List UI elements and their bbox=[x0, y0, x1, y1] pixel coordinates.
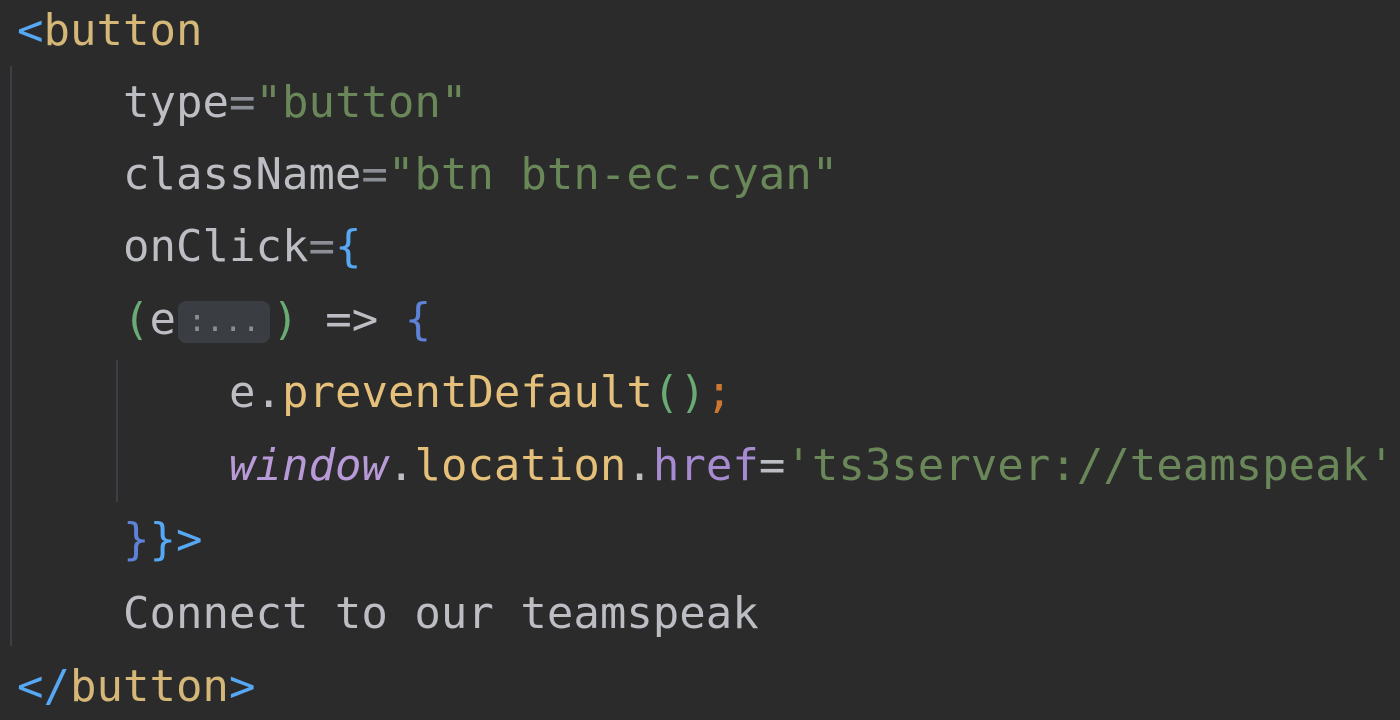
attr-name: className bbox=[123, 149, 362, 200]
url-string-value: 'ts3server://teamspeak' bbox=[785, 440, 1395, 491]
dot: . bbox=[387, 440, 415, 491]
jsx-tag-name: button bbox=[69, 661, 229, 712]
equals-sign: = bbox=[361, 149, 388, 200]
code-line-5: (e:...) => { bbox=[0, 284, 431, 356]
property-href: href bbox=[652, 440, 759, 491]
equals-sign: = bbox=[758, 440, 786, 491]
code-line-4: onClick={ bbox=[0, 211, 361, 283]
jsx-tag-name: button bbox=[43, 5, 203, 56]
equals-sign: = bbox=[228, 77, 256, 128]
code-line-6: e.preventDefault(); bbox=[0, 357, 732, 429]
dot: . bbox=[255, 367, 283, 418]
jsx-closing-open-bracket: </ bbox=[17, 661, 70, 712]
jsx-open-bracket: < bbox=[17, 5, 44, 56]
code-line-1: <button bbox=[0, 0, 202, 67]
object-name: e bbox=[229, 367, 256, 418]
button-text-content: Connect to our teamspeak bbox=[123, 588, 759, 639]
attr-name: onClick bbox=[123, 221, 309, 272]
code-line-3: className="btn btn-ec-cyan" bbox=[0, 139, 838, 211]
equals-sign: = bbox=[308, 221, 335, 272]
type-inlay-hint[interactable]: :... bbox=[178, 301, 271, 343]
arrow-operator: => bbox=[298, 294, 405, 345]
global-window: window bbox=[229, 440, 388, 491]
code-line-9: Connect to our teamspeak bbox=[0, 578, 759, 650]
param-name: e bbox=[149, 294, 177, 345]
code-line-10: </button> bbox=[0, 651, 255, 720]
property-location: location bbox=[414, 440, 627, 491]
semicolon: ; bbox=[705, 367, 733, 418]
attr-string-value: "btn btn-ec-cyan" bbox=[387, 149, 839, 200]
method-name: preventDefault bbox=[282, 367, 653, 418]
code-line-7: window.location.href='ts3server://teamsp… bbox=[0, 430, 1395, 502]
function-open-brace: { bbox=[404, 294, 432, 345]
jsx-expression-brace: { bbox=[334, 221, 362, 272]
jsx-close-angle: > bbox=[176, 514, 203, 565]
close-paren: ) bbox=[272, 294, 299, 345]
attr-name: type bbox=[123, 77, 229, 128]
function-close-brace: } bbox=[123, 514, 150, 565]
code-line-2: type="button" bbox=[0, 67, 467, 139]
call-parens: () bbox=[652, 367, 706, 418]
code-editor[interactable]: <button type="button" className="btn btn… bbox=[0, 0, 1400, 720]
code-line-8: }}> bbox=[0, 504, 203, 576]
open-paren: ( bbox=[123, 294, 150, 345]
dot: . bbox=[626, 440, 653, 491]
jsx-expression-close-brace: } bbox=[149, 514, 177, 565]
jsx-close-angle: > bbox=[228, 661, 256, 712]
attr-string-value: "button" bbox=[255, 77, 468, 128]
